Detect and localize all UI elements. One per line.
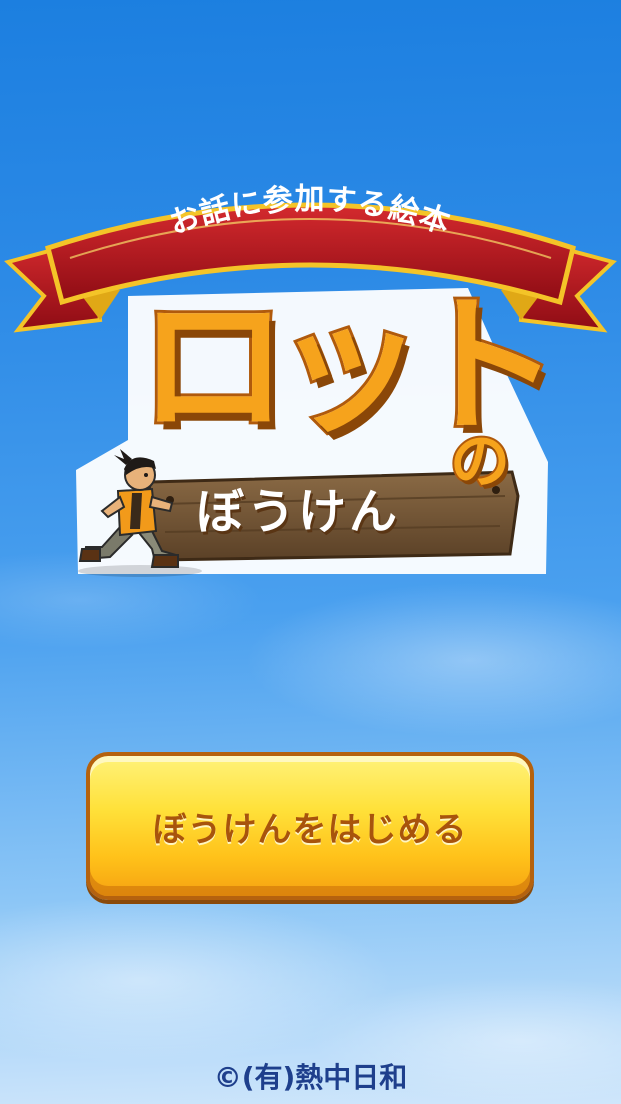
game-title-sub: ぼうけん xyxy=(196,484,401,540)
game-logo: お話に参加する絵本 ロット の ぼうけん xyxy=(0,170,621,590)
copyright-text: ©(有)熱中日和 xyxy=(213,1061,408,1094)
start-adventure-button[interactable]: ぼうけんをはじめる xyxy=(86,752,534,900)
game-title-main: ロット xyxy=(135,280,563,454)
game-title-particle: の xyxy=(448,427,512,497)
start-button-label: ぼうけんをはじめる xyxy=(152,809,468,850)
